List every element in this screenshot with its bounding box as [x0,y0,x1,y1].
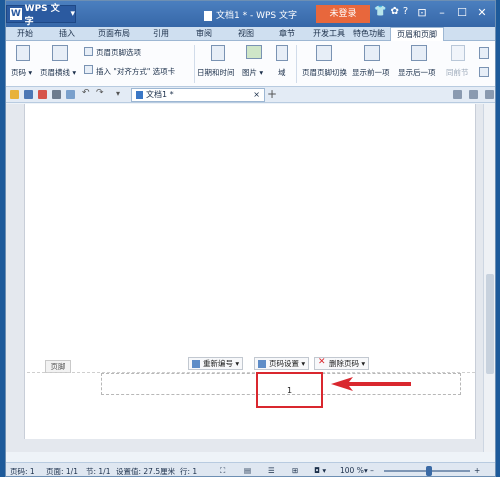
document-area: 页脚 重新编号 ▾ 页码设置 ▾ ✕ 删除页码 ▾ 1 [6,104,484,452]
show-previous-icon [364,45,380,61]
status-page-number: 页码: 1 [10,467,35,476]
export-pdf-icon[interactable] [38,90,47,99]
help-icon[interactable]: ? [403,6,408,17]
red-arrow-icon [331,377,411,391]
field-icon [276,45,288,61]
page-settings-icon [258,360,266,368]
outline-view-icon[interactable]: ☰ [268,466,275,475]
print-icon[interactable] [52,90,61,99]
same-as-previous-button[interactable]: 同前节 [446,67,469,78]
insert-tab-icon [84,65,93,74]
scroll-thumb[interactable] [486,274,494,374]
tab-chapter[interactable]: 章节 [272,27,302,41]
redo-icon[interactable]: ↷ [96,88,105,98]
more-icon[interactable] [479,47,489,59]
ribbon-divider [296,45,297,83]
datetime-button[interactable]: 日期和时间 [197,67,235,78]
insert-align-tab-button[interactable]: 插入 "对齐方式" 选项卡 [96,66,175,77]
tab-references[interactable]: 引用 [146,27,176,41]
page-settings-button[interactable]: 页码设置 ▾ [254,357,310,370]
eye-care-icon[interactable]: ◘ ▾ [314,466,326,475]
header-line-button[interactable]: 页眉横线 ▾ [40,67,76,78]
quick-access-toolbar: ↶ ↷ ▾ 文档1 * × + [6,87,495,103]
delete-icon: ✕ [318,357,326,367]
document-icon [204,10,213,21]
close-button[interactable]: ✕ [473,5,491,21]
page-number-icon [16,45,30,61]
login-button[interactable]: 未登录 [316,5,370,23]
status-row: 行: 1 [180,467,198,476]
toolbar-menu-icon[interactable]: ▾ [116,89,125,98]
title-bar: W WPS 文字 ▾ 文档1 * - WPS 文字 未登录 👕 ✿ ? ⊡ – … [6,1,495,27]
image-icon [246,45,262,59]
zoom-menu-icon[interactable]: ▾ – [364,466,374,475]
app-window: W WPS 文字 ▾ 文档1 * - WPS 文字 未登录 👕 ✿ ? ⊡ – … [5,0,496,477]
switch-header-footer-icon [316,45,332,61]
document-icon [136,91,143,99]
web-view-icon[interactable]: ⊞ [292,466,298,475]
calendar-icon [211,45,225,61]
ribbon-tabs: 开始 插入 页面布局 引用 审阅 视图 章节 开发工具 特色功能 页眉和页脚 [6,27,495,41]
tab-header-footer[interactable]: 页眉和页脚 [390,27,444,41]
document-page[interactable]: 页脚 重新编号 ▾ 页码设置 ▾ ✕ 删除页码 ▾ 1 [24,104,476,439]
show-next-button[interactable]: 显示后一项 [398,67,436,78]
same-as-previous-icon [451,45,465,61]
show-next-icon [411,45,427,61]
doc-icon-right[interactable] [453,90,462,99]
close-tab-icon[interactable]: × [253,89,260,101]
tab-page-layout[interactable]: 页面布局 [94,27,134,41]
ribbon-divider [194,45,195,83]
page-number-text[interactable]: 1 [258,386,321,395]
image-button[interactable]: 图片 ▾ [242,67,263,78]
status-setting: 设置值: 27.5厘米 [116,467,176,476]
switch-header-footer-button[interactable]: 页眉页脚切换 [302,67,347,78]
tab-review[interactable]: 审阅 [189,27,219,41]
share-icon[interactable]: ✿ [390,6,398,17]
zoom-level: 100 % [340,466,364,475]
settings-icon[interactable] [469,90,478,99]
status-pages: 页面: 1/1 [46,467,78,476]
tab-insert[interactable]: 插入 [52,27,82,41]
shirt-icon[interactable]: 👕 [374,6,386,17]
status-bar: 页码: 1 页面: 1/1 节: 1/1 设置值: 27.5厘米 行: 1 ⛶ … [6,462,495,476]
fullscreen-icon[interactable]: ⛶ [220,466,225,476]
renumber-icon [192,360,200,368]
print-preview-icon[interactable] [66,90,75,99]
collapse-icon[interactable] [485,90,494,99]
save-icon[interactable] [24,90,33,99]
tab-home[interactable]: 开始 [10,27,40,41]
more-icon-2[interactable] [479,67,489,77]
header-line-icon [52,45,68,61]
document-tab[interactable]: 文档1 * × [131,88,265,102]
options-icon [84,47,93,56]
tab-developer[interactable]: 开发工具 [311,27,347,41]
ribbon-panel: 页码 ▾ 页眉横线 ▾ 页眉页脚选项 插入 "对齐方式" 选项卡 日期和时间 图… [6,41,495,87]
maximize-button[interactable]: ☐ [453,5,471,21]
new-tab-icon[interactable]: + [267,87,277,101]
vertical-scrollbar[interactable] [483,104,495,452]
undo-icon[interactable]: ↶ [82,88,91,98]
page-number-button[interactable]: 页码 ▾ [11,67,32,78]
show-previous-button[interactable]: 显示前一项 [352,67,390,78]
open-icon[interactable] [10,90,19,99]
tab-view[interactable]: 视图 [231,27,261,41]
zoom-slider-knob[interactable] [426,466,432,476]
page-number-highlight: 1 [256,372,323,408]
restore-ribbon-icon[interactable]: ⊡ [413,5,431,21]
field-button[interactable]: 域 [278,67,286,78]
zoom-in-icon[interactable]: + [474,466,480,475]
status-section: 节: 1/1 [86,467,111,476]
minimize-button[interactable]: – [433,5,451,21]
page-view-icon[interactable]: ▤ [244,466,251,475]
renumber-button[interactable]: 重新编号 ▾ [188,357,244,370]
delete-page-number-button[interactable]: ✕ 删除页码 ▾ [314,357,370,370]
header-footer-options-button[interactable]: 页眉页脚选项 [96,47,141,58]
tab-special[interactable]: 特色功能 [350,27,388,41]
